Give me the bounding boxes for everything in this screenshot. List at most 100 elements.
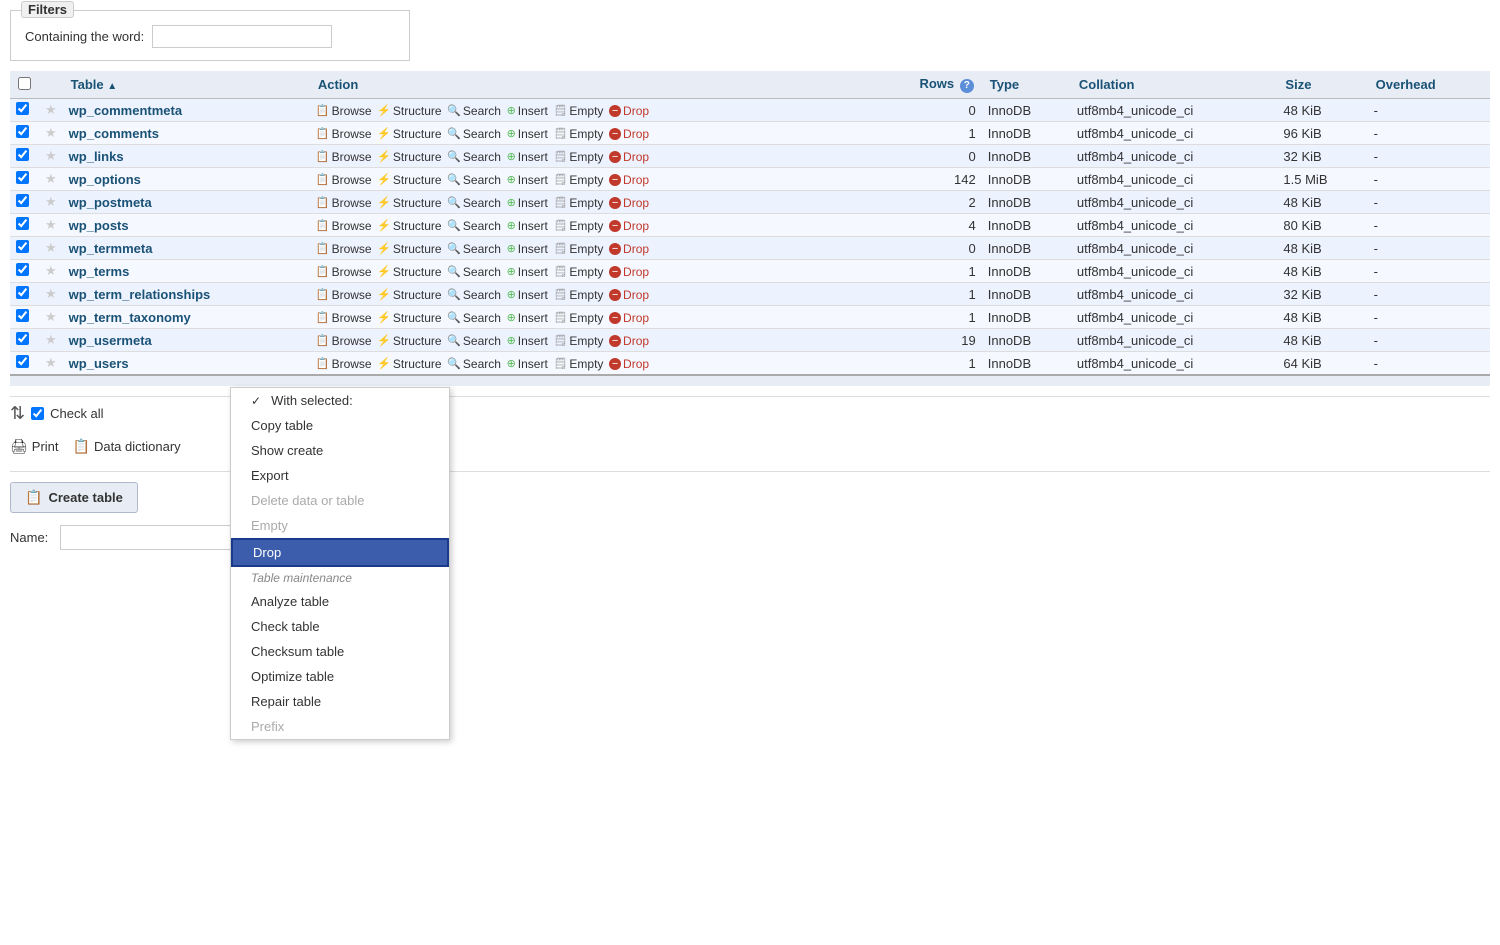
action-search-9[interactable]: 🔍Search [447,311,501,325]
action-browse-10[interactable]: 📋Browse [316,334,372,348]
action-insert-6[interactable]: ⊕Insert [507,242,548,256]
favorite-star-7[interactable]: ★ [45,263,57,278]
action-drop-2[interactable]: −Drop [609,150,649,164]
dropdown-show-create[interactable]: Show create [231,438,449,463]
action-insert-2[interactable]: ⊕Insert [507,150,548,164]
action-empty-4[interactable]: 🗒Empty [553,196,603,210]
action-search-5[interactable]: 🔍Search [447,219,501,233]
table-name-link-10[interactable]: wp_usermeta [69,333,152,348]
table-name-link-0[interactable]: wp_commentmeta [69,103,182,118]
row-checkbox-10[interactable] [16,332,29,345]
dropdown-check-table[interactable]: Check table [231,614,449,639]
action-search-10[interactable]: 🔍Search [447,334,501,348]
action-browse-8[interactable]: 📋Browse [316,288,372,302]
action-structure-3[interactable]: ⚡Structure [377,173,441,187]
action-empty-1[interactable]: 🗒Empty [553,127,603,141]
action-search-4[interactable]: 🔍Search [447,196,501,210]
action-structure-10[interactable]: ⚡Structure [377,334,441,348]
action-browse-3[interactable]: 📋Browse [316,173,372,187]
action-structure-2[interactable]: ⚡Structure [377,150,441,164]
action-browse-11[interactable]: 📋Browse [316,357,372,371]
action-drop-8[interactable]: −Drop [609,288,649,302]
table-name-link-7[interactable]: wp_terms [69,264,130,279]
action-empty-3[interactable]: 🗒Empty [553,173,603,187]
table-name-link-11[interactable]: wp_users [69,356,129,371]
table-name-link-6[interactable]: wp_termmeta [69,241,153,256]
row-checkbox-7[interactable] [16,263,29,276]
action-insert-10[interactable]: ⊕Insert [507,334,548,348]
favorite-star-10[interactable]: ★ [45,332,57,347]
action-drop-7[interactable]: −Drop [609,265,649,279]
action-empty-2[interactable]: 🗒Empty [553,150,603,164]
action-search-3[interactable]: 🔍Search [447,173,501,187]
row-checkbox-1[interactable] [16,125,29,138]
action-drop-5[interactable]: −Drop [609,219,649,233]
action-insert-0[interactable]: ⊕Insert [507,104,548,118]
action-search-1[interactable]: 🔍Search [447,127,501,141]
create-table-name-input[interactable] [60,525,240,550]
favorite-star-9[interactable]: ★ [45,309,57,324]
action-empty-5[interactable]: 🗒Empty [553,219,603,233]
action-empty-8[interactable]: 🗒Empty [553,288,603,302]
row-checkbox-6[interactable] [16,240,29,253]
dropdown-copy-table[interactable]: Copy table [231,413,449,438]
action-insert-1[interactable]: ⊕Insert [507,127,548,141]
action-insert-4[interactable]: ⊕Insert [507,196,548,210]
favorite-star-0[interactable]: ★ [45,102,57,117]
favorite-star-1[interactable]: ★ [45,125,57,140]
action-structure-4[interactable]: ⚡Structure [377,196,441,210]
action-browse-5[interactable]: 📋Browse [316,219,372,233]
action-empty-7[interactable]: 🗒Empty [553,265,603,279]
data-dictionary-link[interactable]: 📋 Data dictionary [73,438,181,455]
action-insert-11[interactable]: ⊕Insert [507,357,548,371]
filters-input[interactable] [152,25,332,48]
select-inverse-icon[interactable]: ⇅ [10,403,25,424]
action-search-7[interactable]: 🔍Search [447,265,501,279]
col-header-table[interactable]: Table ▲ [63,71,310,99]
action-insert-7[interactable]: ⊕Insert [507,265,548,279]
favorite-star-6[interactable]: ★ [45,240,57,255]
row-checkbox-9[interactable] [16,309,29,322]
action-browse-4[interactable]: 📋Browse [316,196,372,210]
action-browse-2[interactable]: 📋Browse [316,150,372,164]
action-browse-6[interactable]: 📋Browse [316,242,372,256]
action-insert-3[interactable]: ⊕Insert [507,173,548,187]
create-table-button[interactable]: 📋 Create table [10,482,138,513]
table-name-link-8[interactable]: wp_term_relationships [69,287,211,302]
favorite-star-11[interactable]: ★ [45,355,57,370]
action-structure-5[interactable]: ⚡Structure [377,219,441,233]
action-empty-9[interactable]: 🗒Empty [553,311,603,325]
action-empty-0[interactable]: 🗒Empty [553,104,603,118]
row-checkbox-0[interactable] [16,102,29,115]
action-browse-9[interactable]: 📋Browse [316,311,372,325]
row-checkbox-3[interactable] [16,171,29,184]
action-browse-0[interactable]: 📋Browse [316,104,372,118]
dropdown-optimize-table[interactable]: Optimize table [231,664,449,689]
favorite-star-8[interactable]: ★ [45,286,57,301]
row-checkbox-5[interactable] [16,217,29,230]
action-structure-6[interactable]: ⚡Structure [377,242,441,256]
action-empty-10[interactable]: 🗒Empty [553,334,603,348]
dropdown-export[interactable]: Export [231,463,449,488]
action-drop-1[interactable]: −Drop [609,127,649,141]
row-checkbox-2[interactable] [16,148,29,161]
action-drop-10[interactable]: −Drop [609,334,649,348]
action-search-2[interactable]: 🔍Search [447,150,501,164]
favorite-star-4[interactable]: ★ [45,194,57,209]
action-drop-0[interactable]: −Drop [609,104,649,118]
action-structure-9[interactable]: ⚡Structure [377,311,441,325]
action-structure-11[interactable]: ⚡Structure [377,357,441,371]
action-search-6[interactable]: 🔍Search [447,242,501,256]
table-name-link-9[interactable]: wp_term_taxonomy [69,310,191,325]
favorite-star-2[interactable]: ★ [45,148,57,163]
dropdown-drop[interactable]: Drop [231,538,449,567]
action-drop-3[interactable]: −Drop [609,173,649,187]
check-all-label[interactable]: Check all [50,406,103,421]
action-empty-6[interactable]: 🗒Empty [553,242,603,256]
action-insert-9[interactable]: ⊕Insert [507,311,548,325]
dropdown-analyze-table[interactable]: Analyze table [231,589,449,614]
action-browse-7[interactable]: 📋Browse [316,265,372,279]
table-name-link-4[interactable]: wp_postmeta [69,195,152,210]
action-structure-1[interactable]: ⚡Structure [377,127,441,141]
action-browse-1[interactable]: 📋Browse [316,127,372,141]
